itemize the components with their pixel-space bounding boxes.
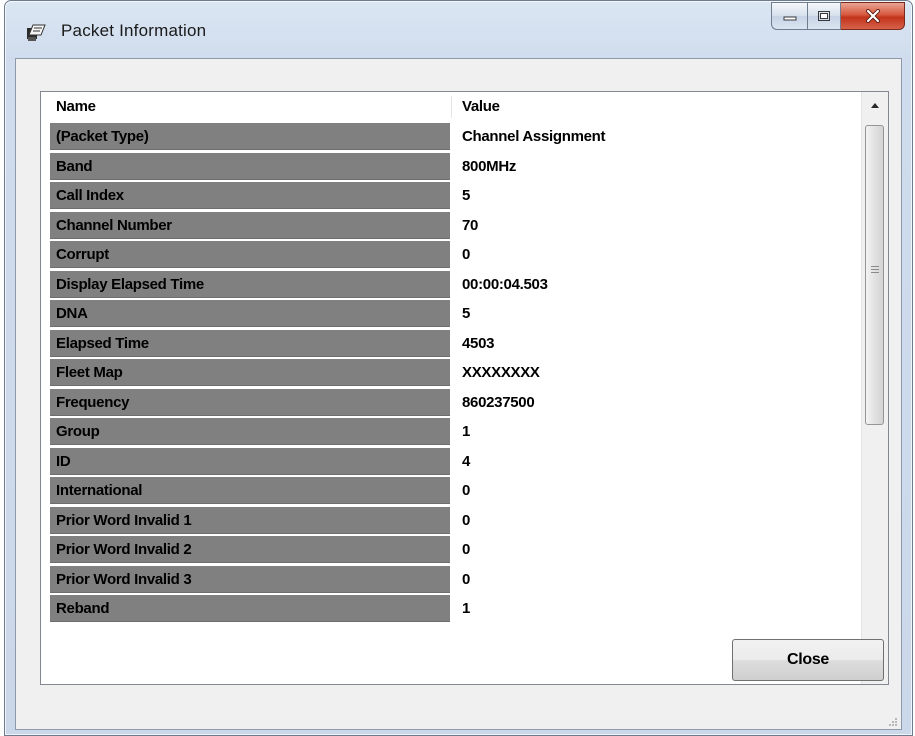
property-value-cell[interactable]: 1 xyxy=(462,595,470,622)
table-row[interactable]: DNA 5 xyxy=(41,300,863,330)
minimize-icon xyxy=(783,16,796,21)
property-name-cell[interactable]: (Packet Type) xyxy=(50,123,450,150)
table-row[interactable]: Band 800MHz xyxy=(41,152,863,183)
minimize-button[interactable] xyxy=(771,2,807,30)
column-header-value[interactable]: Value xyxy=(462,92,500,122)
property-value-cell[interactable]: 0 xyxy=(462,507,470,534)
table-row[interactable]: International 0 xyxy=(41,477,863,507)
property-name-cell[interactable]: Prior Word Invalid 3 xyxy=(50,565,450,593)
scroll-up-button[interactable] xyxy=(862,92,888,118)
property-value-cell[interactable]: 00:00:04.503 xyxy=(462,271,548,298)
property-value-cell[interactable]: 4503 xyxy=(462,330,494,357)
caption-buttons xyxy=(771,2,905,34)
vertical-scrollbar[interactable] xyxy=(861,92,888,684)
property-value-cell[interactable]: 1 xyxy=(462,418,470,445)
property-name-cell[interactable]: ID xyxy=(50,447,450,475)
property-name-cell[interactable]: Fleet Map xyxy=(50,359,450,386)
property-name-cell[interactable]: Prior Word Invalid 1 xyxy=(50,506,450,534)
property-value-cell[interactable]: 4 xyxy=(462,448,470,475)
dialog-client-area: Name Value (Packet Type) Channel Assignme… xyxy=(15,58,902,730)
title-bar[interactable]: Packet Information xyxy=(5,1,912,59)
grid-rows: (Packet Type) Channel Assignment Band 800MH… xyxy=(41,123,863,625)
property-name-cell[interactable]: Reband xyxy=(50,595,450,622)
property-value-cell[interactable]: 5 xyxy=(462,300,470,327)
table-row[interactable]: Display Elapsed Time 00:00:04.503 xyxy=(41,270,863,301)
header-separator[interactable] xyxy=(451,96,452,118)
table-row[interactable]: Channel Number 70 xyxy=(41,211,863,242)
table-row[interactable]: ID 4 xyxy=(41,447,863,478)
packet-information-window: Packet Information Name Value (Packet Ty… xyxy=(4,0,913,736)
property-value-cell[interactable]: 800MHz xyxy=(462,153,516,180)
property-name-cell[interactable]: Band xyxy=(50,152,450,180)
window-title: Packet Information xyxy=(61,21,207,40)
packet-icon xyxy=(25,23,47,43)
table-row[interactable]: Frequency 860237500 xyxy=(41,388,863,419)
close-icon xyxy=(865,9,880,23)
property-value-cell[interactable]: 0 xyxy=(462,241,470,268)
property-value-cell[interactable]: 0 xyxy=(462,477,470,504)
property-name-cell[interactable]: International xyxy=(50,477,450,504)
table-row[interactable]: Group 1 xyxy=(41,418,863,448)
table-row[interactable]: Reband 1 xyxy=(41,595,863,625)
scroll-grip-icon xyxy=(871,266,879,275)
property-value-cell[interactable]: 860237500 xyxy=(462,389,535,416)
property-name-cell[interactable]: Corrupt xyxy=(50,241,450,268)
property-name-cell[interactable]: Frequency xyxy=(50,388,450,416)
table-row[interactable]: Elapsed Time 4503 xyxy=(41,329,863,360)
scroll-thumb[interactable] xyxy=(865,125,884,425)
arrow-up-icon xyxy=(871,103,879,108)
property-value-cell[interactable]: XXXXXXXX xyxy=(462,359,540,386)
close-button[interactable]: Close xyxy=(732,639,884,681)
property-name-cell[interactable]: DNA xyxy=(50,300,450,327)
table-row[interactable]: Fleet Map XXXXXXXX xyxy=(41,359,863,389)
maximize-icon xyxy=(818,11,830,21)
column-header-name[interactable]: Name xyxy=(56,92,451,122)
table-row[interactable]: Corrupt 0 xyxy=(41,241,863,271)
property-name-cell[interactable]: Elapsed Time xyxy=(50,329,450,357)
property-value-cell[interactable]: 0 xyxy=(462,536,470,563)
maximize-button[interactable] xyxy=(807,2,841,30)
resize-grip-icon[interactable] xyxy=(886,714,898,726)
property-grid[interactable]: Name Value (Packet Type) Channel Assignme… xyxy=(40,91,889,685)
window-close-button[interactable] xyxy=(841,2,905,30)
table-row[interactable]: Prior Word Invalid 3 0 xyxy=(41,565,863,596)
property-name-cell[interactable]: Prior Word Invalid 2 xyxy=(50,536,450,563)
table-row[interactable]: Prior Word Invalid 2 0 xyxy=(41,536,863,566)
property-name-cell[interactable]: Group xyxy=(50,418,450,445)
property-name-cell[interactable]: Display Elapsed Time xyxy=(50,270,450,298)
property-value-cell[interactable]: 5 xyxy=(462,182,470,209)
property-name-cell[interactable]: Channel Number xyxy=(50,211,450,239)
property-value-cell[interactable]: Channel Assignment xyxy=(462,123,606,150)
table-row[interactable]: (Packet Type) Channel Assignment xyxy=(41,123,863,153)
property-value-cell[interactable]: 70 xyxy=(462,212,478,239)
table-row[interactable]: Prior Word Invalid 1 0 xyxy=(41,506,863,537)
table-row[interactable]: Call Index 5 xyxy=(41,182,863,212)
grid-header: Name Value xyxy=(41,92,863,122)
property-value-cell[interactable]: 0 xyxy=(462,566,470,593)
property-name-cell[interactable]: Call Index xyxy=(50,182,450,209)
